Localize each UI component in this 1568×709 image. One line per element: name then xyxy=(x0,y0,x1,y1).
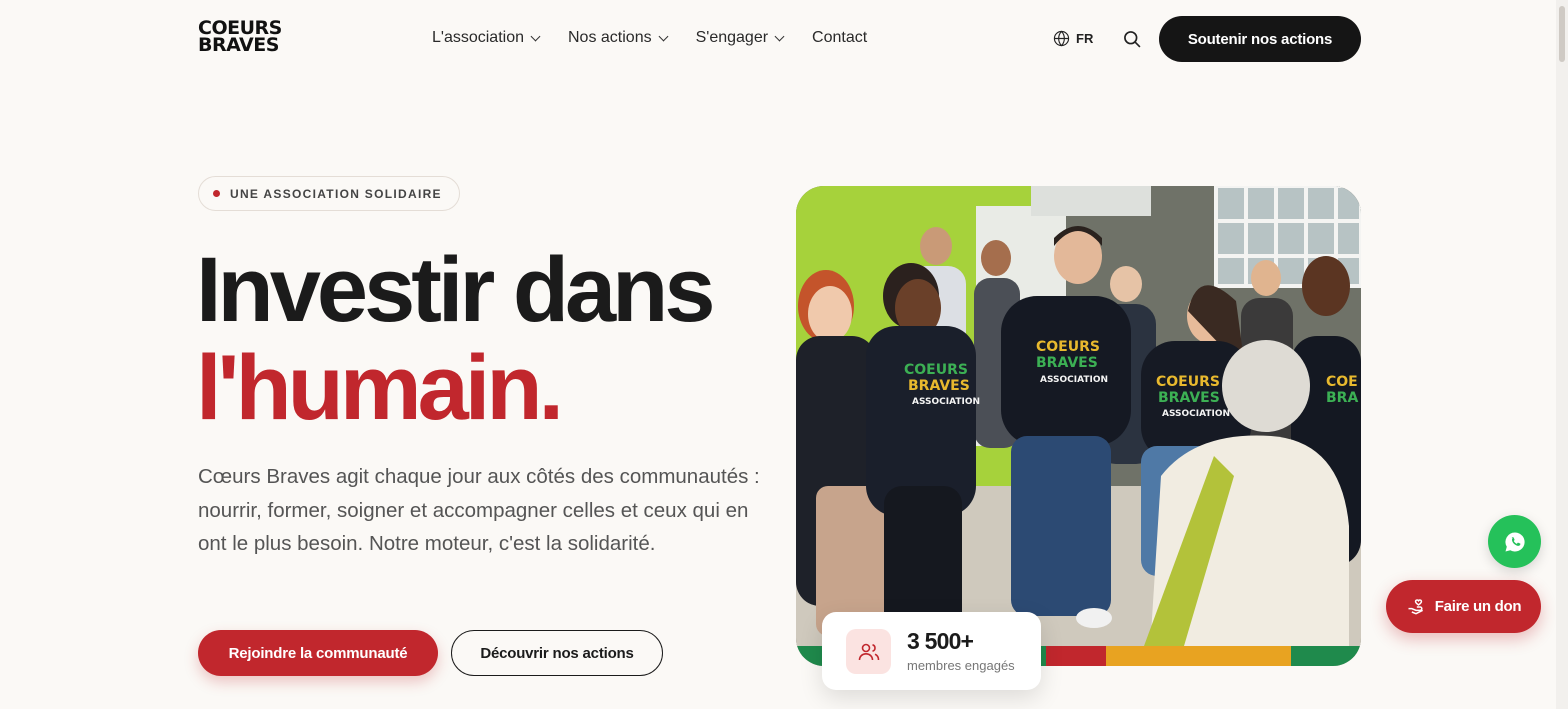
nav-item-label: Nos actions xyxy=(568,29,652,46)
main-nav: L'association Nos actions S'engager Cont… xyxy=(432,29,896,47)
members-stat-card: 3 500+ membres engagés xyxy=(822,612,1041,690)
whatsapp-button[interactable] xyxy=(1488,515,1541,568)
whatsapp-icon xyxy=(1504,531,1525,551)
svg-text:BRAVES: BRAVES xyxy=(1158,390,1220,406)
svg-text:COEURS: COEURS xyxy=(1156,374,1220,390)
nav-item-engager[interactable]: S'engager xyxy=(695,29,785,47)
site-header: COEURS BRAVES L'association Nos actions … xyxy=(0,0,1568,80)
nav-item-label: S'engager xyxy=(695,29,769,46)
nav-item-actions[interactable]: Nos actions xyxy=(568,29,669,47)
globe-icon xyxy=(1053,30,1070,47)
join-community-button[interactable]: Rejoindre la communauté xyxy=(198,630,438,676)
svg-text:BRA: BRA xyxy=(1326,390,1358,406)
svg-text:ASSOCIATION: ASSOCIATION xyxy=(1162,409,1230,419)
scrollbar-thumb[interactable] xyxy=(1559,6,1565,62)
volunteers-photo-illustration: COEURS BRAVES COEURS BRAVES COEURS BRAVE… xyxy=(796,186,1361,666)
users-icon xyxy=(846,629,891,674)
language-switcher[interactable]: FR xyxy=(1053,30,1093,47)
nav-item-label: Contact xyxy=(812,29,868,46)
discover-actions-button[interactable]: Découvrir nos actions xyxy=(451,630,663,676)
nav-item-association[interactable]: L'association xyxy=(432,29,541,47)
search-icon xyxy=(1124,31,1141,48)
logo-line-2: BRAVES xyxy=(198,34,279,56)
nav-item-label: L'association xyxy=(432,29,524,46)
svg-text:BRAVES: BRAVES xyxy=(1036,355,1098,371)
search-button[interactable] xyxy=(1122,29,1142,49)
nav-item-contact[interactable]: Contact xyxy=(812,29,867,47)
svg-text:ASSOCIATION: ASSOCIATION xyxy=(1040,375,1108,385)
svg-text:COE: COE xyxy=(1326,374,1358,390)
hero-photo: COEURS BRAVES COEURS BRAVES COEURS BRAVE… xyxy=(796,186,1361,666)
language-label: FR xyxy=(1076,31,1094,46)
hero-description: Cœurs Braves agit chaque jour aux côtés … xyxy=(198,465,760,555)
donate-hand-icon xyxy=(1408,598,1423,614)
chevron-down-icon xyxy=(774,31,785,41)
svg-text:ASSOCIATION: ASSOCIATION xyxy=(912,397,980,407)
svg-text:BRAVES: BRAVES xyxy=(908,378,970,394)
badge-dot xyxy=(213,190,220,197)
badge-label: UNE ASSOCIATION SOLIDAIRE xyxy=(230,186,442,201)
chevron-down-icon xyxy=(658,31,669,41)
donate-label: Faire un don xyxy=(1434,598,1522,615)
members-count: 3 500+ xyxy=(907,628,974,654)
svg-text:COEURS: COEURS xyxy=(904,362,968,378)
support-actions-button[interactable]: Soutenir nos actions xyxy=(1159,16,1361,62)
page-scrollbar[interactable] xyxy=(1556,0,1568,709)
chevron-down-icon xyxy=(530,31,541,41)
coeurs-braves-logo[interactable]: COEURS BRAVES xyxy=(198,19,284,56)
donate-button[interactable]: Faire un don xyxy=(1386,580,1541,633)
hero-badge: UNE ASSOCIATION SOLIDAIRE xyxy=(198,176,460,211)
hero-title-line-1: Investir dans xyxy=(196,239,716,341)
svg-text:COEURS: COEURS xyxy=(1036,339,1100,355)
members-label: membres engagés xyxy=(907,658,1015,673)
hero-title-line-2: l'humain. xyxy=(196,337,564,439)
